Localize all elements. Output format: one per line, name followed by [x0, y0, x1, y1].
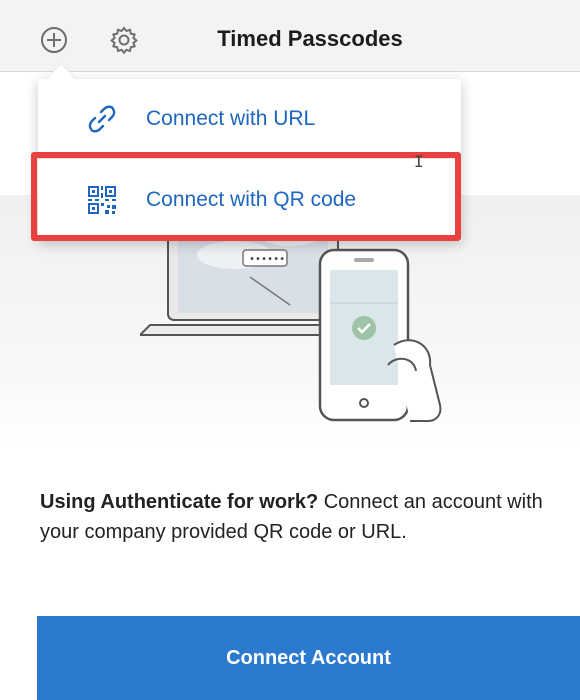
page-title: Timed Passcodes — [217, 26, 403, 51]
link-icon — [86, 103, 118, 135]
info-bold: Using Authenticate for work? — [40, 491, 319, 513]
connect-account-button[interactable]: Connect Account — [37, 616, 580, 700]
menu-label-connect-qr: Connect with QR code — [146, 188, 357, 211]
nav-bar: Timed Passcodes — [0, 0, 580, 72]
qr-code-icon — [86, 184, 118, 216]
gear-icon[interactable] — [108, 24, 140, 56]
menu-item-connect-url[interactable]: Connect with URL — [38, 79, 461, 159]
info-text: Using Authenticate for work? Connect an … — [40, 487, 560, 547]
plus-circle-icon[interactable] — [38, 24, 70, 56]
svg-text:••••••: •••••• — [249, 254, 285, 265]
connect-menu-popover: Connect with URL Connect with QR code — [38, 79, 461, 241]
menu-label-connect-url: Connect with URL — [146, 107, 316, 130]
popover-arrow — [46, 64, 76, 80]
menu-item-connect-qr[interactable]: Connect with QR code — [38, 160, 461, 240]
text-cursor-icon: I — [414, 152, 424, 171]
app-screen: Timed Passcodes Get started •••••• Using… — [0, 0, 580, 700]
